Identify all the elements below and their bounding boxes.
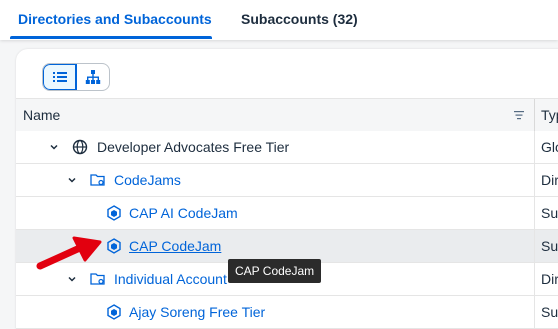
column-header-name[interactable]: Name (23, 99, 60, 131)
row-type: Su (541, 205, 558, 221)
row-type: Glo (541, 139, 558, 155)
subaccount-icon (107, 205, 121, 221)
tooltip: CAP CodeJam (228, 259, 322, 283)
row-label[interactable]: Individual Account (114, 263, 227, 295)
tab-subaccounts[interactable]: Subaccounts (32) (241, 0, 358, 40)
row-type: Dir (541, 271, 558, 287)
column-divider (534, 164, 535, 197)
column-divider (534, 296, 535, 329)
globe-icon (72, 139, 88, 155)
view-toggle (42, 63, 110, 91)
active-tab-indicator (10, 36, 212, 39)
hierarchy-view-button[interactable] (76, 64, 109, 90)
column-header-type[interactable]: Typ (541, 99, 558, 131)
annotation-arrow-icon (36, 236, 102, 270)
row-label[interactable]: CAP AI CodeJam (129, 197, 238, 229)
column-divider (534, 263, 535, 296)
table-row-cap-ai-codejam[interactable]: CAP AI CodeJam Su (16, 197, 558, 230)
row-label[interactable]: CodeJams (114, 164, 181, 196)
table-row-developer-advocates[interactable]: Developer Advocates Free Tier Glo (16, 131, 558, 164)
column-divider (534, 131, 535, 164)
list-view-button[interactable] (43, 64, 77, 90)
chevron-down-icon[interactable] (49, 142, 59, 152)
list-icon (52, 72, 67, 82)
row-type: Dir (541, 172, 558, 188)
row-label: Developer Advocates Free Tier (97, 139, 290, 155)
column-divider (534, 197, 535, 230)
chevron-down-icon[interactable] (67, 175, 77, 185)
row-label[interactable]: Ajay Soreng Free Tier (129, 296, 265, 328)
column-divider (534, 230, 535, 263)
row-type: Su (541, 304, 558, 320)
hierarchy-icon (85, 70, 100, 84)
row-type: Su (541, 238, 558, 254)
tab-directories-and-subaccounts[interactable]: Directories and Subaccounts (18, 0, 212, 40)
column-menu-icon[interactable] (512, 108, 526, 122)
table-header: Name Typ (16, 98, 558, 132)
folder-settings-icon (90, 174, 105, 186)
column-divider (534, 99, 535, 131)
table-row-ajay-soreng[interactable]: Ajay Soreng Free Tier Su (16, 296, 558, 329)
subaccount-icon (107, 238, 121, 254)
table-row-codejams[interactable]: CodeJams Dir (16, 164, 558, 197)
subaccount-icon (107, 304, 121, 320)
chevron-down-icon[interactable] (67, 274, 77, 284)
row-label[interactable]: CAP CodeJam (129, 230, 221, 262)
tab-bar: Directories and Subaccounts Subaccounts … (0, 0, 558, 40)
